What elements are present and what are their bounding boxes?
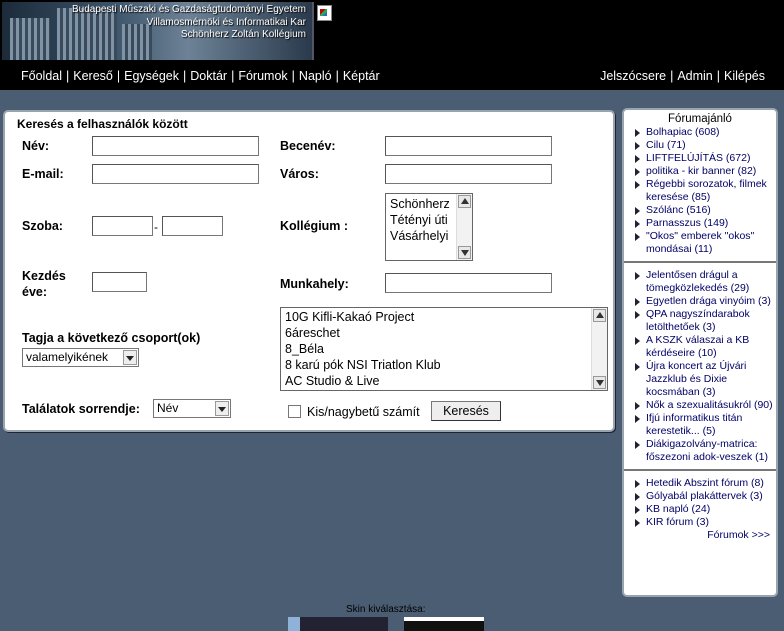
more-forums-link[interactable]: Fórumok >>> bbox=[624, 529, 776, 541]
room-from-input[interactable] bbox=[92, 216, 153, 236]
scroll-up-icon[interactable] bbox=[458, 195, 471, 208]
case-sensitive-label: Kis/nagybetű számít bbox=[307, 405, 420, 419]
group-scrollbar[interactable] bbox=[591, 308, 607, 390]
forum-link[interactable]: Diákigazolvány-matrica: főszezoni adok-v… bbox=[632, 438, 776, 464]
start-year-input[interactable] bbox=[92, 272, 147, 292]
sort-select[interactable]: Név bbox=[153, 399, 231, 418]
group-mode-select[interactable]: valamelyikének bbox=[22, 348, 139, 367]
nav-doktar[interactable]: Doktár bbox=[190, 69, 227, 83]
workplace-label: Munkahely: bbox=[280, 277, 349, 291]
forum-link[interactable]: Bolhapiac (608) bbox=[632, 126, 776, 139]
group-option[interactable]: 8 karú pók NSI Triatlon Klub bbox=[281, 357, 607, 373]
nav-forumok[interactable]: Fórumok bbox=[238, 69, 287, 83]
nav-naplo[interactable]: Napló bbox=[299, 69, 332, 83]
city-label: Város: bbox=[280, 167, 319, 181]
email-input[interactable] bbox=[92, 164, 259, 184]
forum-link[interactable]: Újra koncert az Újvári Jazzklub és Dixie… bbox=[632, 360, 776, 399]
search-button[interactable]: Keresés bbox=[431, 401, 501, 421]
skin-thumbnail[interactable] bbox=[288, 617, 388, 631]
sidebar-divider bbox=[624, 261, 776, 263]
workplace-input[interactable] bbox=[385, 273, 552, 293]
forum-link[interactable]: Jelentősen drágul a tömegközlekedés (29) bbox=[632, 269, 776, 295]
city-input[interactable] bbox=[385, 164, 552, 184]
nav-egysegek[interactable]: Egységek bbox=[124, 69, 179, 83]
name-label: Név: bbox=[22, 139, 50, 153]
group-option[interactable]: 8_Béla bbox=[281, 341, 607, 357]
forum-link[interactable]: Nők a szexualitásukról (90) bbox=[632, 399, 776, 412]
email-label: E-mail: bbox=[22, 167, 64, 181]
forum-sidebar: Fórumajánló Bolhapiac (608) Cilu (71) LI… bbox=[622, 108, 778, 597]
chevron-down-icon[interactable] bbox=[215, 401, 229, 416]
search-title: Keresés a felhasználók között bbox=[17, 117, 188, 131]
forum-link[interactable]: "Okos" emberek "okos" mondásai (11) bbox=[632, 230, 776, 256]
broken-image-icon bbox=[317, 5, 332, 21]
sort-value: Név bbox=[157, 401, 179, 415]
nav-jelszocsere[interactable]: Jelszócsere bbox=[600, 69, 666, 83]
forum-link[interactable]: Egyetlen drága vinyóim (3) bbox=[632, 295, 776, 308]
group-option[interactable]: AC Studio & Live bbox=[281, 373, 607, 389]
name-input[interactable] bbox=[92, 136, 259, 156]
scroll-down-icon[interactable] bbox=[458, 246, 471, 259]
forum-link[interactable]: Szólánc (516) bbox=[632, 204, 776, 217]
main-nav: Főoldal | Kereső | Egységek | Doktár | Fórumok | N… bbox=[0, 64, 784, 90]
sidebar-title: Fórumajánló bbox=[668, 113, 732, 125]
forum-link[interactable]: politika - kir banner (82) bbox=[632, 165, 776, 178]
skin-thumbnail[interactable] bbox=[404, 617, 484, 631]
nav-kilepes[interactable]: Kilépés bbox=[724, 69, 765, 83]
nav-kereso[interactable]: Kereső bbox=[73, 69, 113, 83]
forum-link[interactable]: A KSZK válaszai a KB kérdéseire (10) bbox=[632, 334, 776, 360]
forum-link[interactable]: QPA nagyszíndarabok letölthetőek (3) bbox=[632, 308, 776, 334]
header: Budapesti Műszaki és Gazdaságtudományi E… bbox=[0, 0, 784, 90]
group-option[interactable]: 6áreschet bbox=[281, 325, 607, 341]
group-listbox[interactable]: 10G Kifli-Kakaó Project 6áreschet 8_Béla… bbox=[280, 307, 608, 391]
scroll-down-icon[interactable] bbox=[593, 376, 606, 389]
skin-label: Skin kiválasztása: bbox=[346, 604, 426, 615]
nav-fooldal[interactable]: Főoldal bbox=[21, 69, 62, 83]
search-panel: Keresés a felhasználók között Név: Becen… bbox=[3, 110, 615, 432]
forum-link[interactable]: Parnasszus (149) bbox=[632, 217, 776, 230]
forum-link[interactable]: KB napló (24) bbox=[632, 503, 776, 516]
group-mode-value: valamelyikének bbox=[26, 350, 109, 364]
nickname-label: Becenév: bbox=[280, 139, 336, 153]
nickname-input[interactable] bbox=[385, 136, 552, 156]
room-dash: - bbox=[154, 220, 158, 234]
banner-line-2: Villamosmérnöki és Informatikai Kar bbox=[146, 16, 306, 28]
scroll-up-icon[interactable] bbox=[593, 309, 606, 322]
university-banner: Budapesti Műszaki és Gazdaságtudományi E… bbox=[2, 2, 314, 60]
room-to-input[interactable] bbox=[162, 216, 223, 236]
banner-line-3: Schönherz Zoltán Kollégium bbox=[180, 29, 306, 40]
group-option[interactable]: 10G Kifli-Kakaó Project bbox=[281, 309, 607, 325]
start-year-label-1: Kezdés bbox=[22, 269, 66, 283]
forum-link[interactable]: Cilu (71) bbox=[632, 139, 776, 152]
nav-admin[interactable]: Admin bbox=[677, 69, 712, 83]
case-sensitive-checkbox[interactable] bbox=[288, 405, 301, 418]
forum-link[interactable]: LIFTFELÚJÍTÁS (672) bbox=[632, 152, 776, 165]
forum-link[interactable]: Gólyabál plakáttervek (3) bbox=[632, 490, 776, 503]
chevron-down-icon[interactable] bbox=[123, 350, 137, 365]
banner-line-1: Budapesti Műszaki és Gazdaságtudományi E… bbox=[71, 4, 306, 15]
dorm-scrollbar[interactable] bbox=[456, 194, 472, 260]
sidebar-divider bbox=[624, 469, 776, 471]
forum-link[interactable]: Ifjú informatikus titán kerestetik... (5… bbox=[632, 412, 776, 438]
group-label: Tagja a következő csoport(ok) bbox=[22, 331, 201, 345]
forum-link[interactable]: Régebbi sorozatok, filmek keresése (85) bbox=[632, 178, 776, 204]
forum-link[interactable]: Hetedik Abszint fórum (8) bbox=[632, 477, 776, 490]
forum-link[interactable]: KIR fórum (3) bbox=[632, 516, 776, 529]
start-year-label-2: éve: bbox=[22, 285, 48, 299]
sort-label: Találatok sorrendje: bbox=[22, 402, 140, 416]
dorm-listbox[interactable]: Schönherz Tétényi úti Vásárhelyi bbox=[385, 193, 473, 261]
dorm-label: Kollégium : bbox=[280, 219, 349, 233]
room-label: Szoba: bbox=[22, 219, 63, 233]
nav-keptar[interactable]: Képtár bbox=[343, 69, 380, 83]
